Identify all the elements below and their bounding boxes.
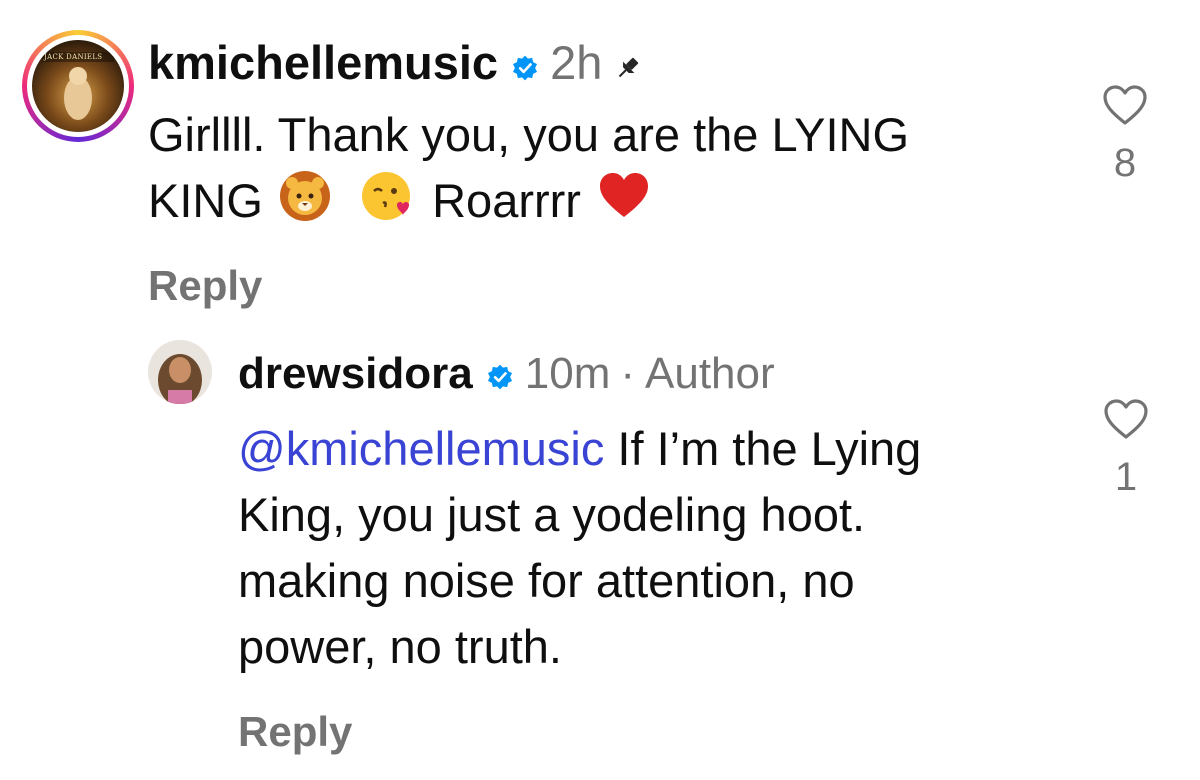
comment-text: Girllll. Thank you, you are the LYING KI… xyxy=(148,102,1048,240)
meta-separator: · xyxy=(620,349,635,398)
comment-text-king: KING xyxy=(148,174,263,227)
reply-button[interactable]: Reply xyxy=(238,708,352,756)
comment-text-line-2: King, you just a yodeling hoot. xyxy=(238,488,866,541)
author-label: Author xyxy=(645,349,775,398)
avatar[interactable] xyxy=(148,340,212,404)
red-heart-emoji xyxy=(596,169,652,240)
timestamp: 10m xyxy=(524,349,611,398)
mention-link[interactable]: @kmichellemusic xyxy=(238,422,604,475)
comment-text-line-1: Girllll. Thank you, you are the LYING xyxy=(148,108,910,161)
heart-outline-icon[interactable] xyxy=(1103,398,1149,445)
comment-header: kmichellemusic 2h xyxy=(148,34,642,90)
verified-badge-icon xyxy=(487,351,513,401)
timestamp: 2h xyxy=(550,35,603,89)
like-column: 1 xyxy=(1096,398,1156,500)
comment-text-roar: Roarrrr xyxy=(432,174,581,227)
comment-text-line-4: power, no truth. xyxy=(238,620,562,673)
comment-text-line-1: @kmichellemusic If I’m the Lying xyxy=(238,416,1058,482)
like-count: 1 xyxy=(1114,455,1138,499)
lion-face-emoji xyxy=(278,169,332,240)
comment-text-line-2: KING Roarrrr xyxy=(148,168,1048,240)
comment-text-line-3: making noise for attention, no xyxy=(238,554,855,607)
avatar-story-ring[interactable]: JACK DANIELS xyxy=(22,30,134,142)
pin-icon xyxy=(614,38,642,93)
reply-button[interactable]: Reply xyxy=(148,262,262,310)
face-blowing-kiss-emoji xyxy=(359,169,413,240)
comment-text-fragment: If I’m the Lying xyxy=(604,422,922,475)
verified-badge-icon xyxy=(512,37,538,92)
like-column: 8 xyxy=(1095,84,1155,186)
avatar-label: JACK DANIELS xyxy=(44,53,103,61)
comment-header: drewsidora 10m · Author xyxy=(238,346,775,402)
heart-outline-icon[interactable] xyxy=(1102,84,1148,131)
username[interactable]: kmichellemusic xyxy=(148,35,498,90)
comment-text: @kmichellemusic If I’m the Lying King, y… xyxy=(238,416,1058,680)
username[interactable]: drewsidora xyxy=(238,349,473,399)
like-count: 8 xyxy=(1113,141,1137,185)
